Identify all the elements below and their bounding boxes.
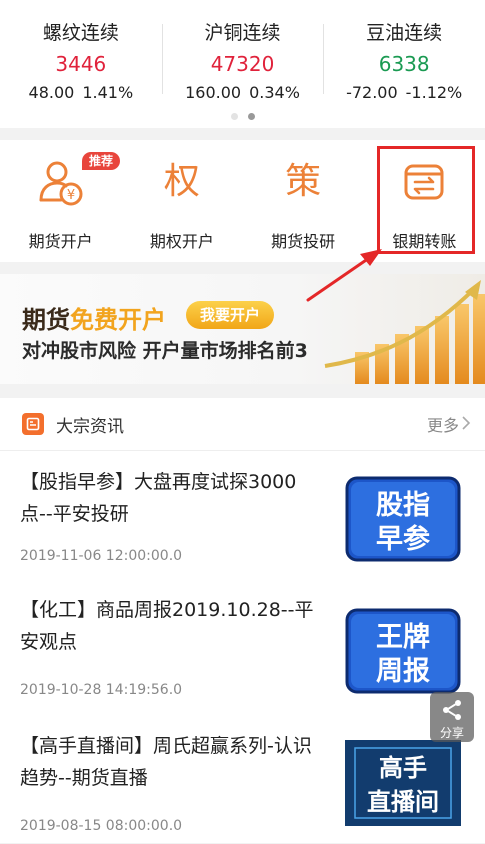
page-dot[interactable] [230,113,238,120]
ticker-price: 47320 [210,52,275,76]
news-item-title: 【高手直播间】周氏超赢系列-认识趋势--期货直播 [20,735,312,789]
ticker-name: 沪铜连续 [204,22,281,44]
ticker-item-rebar[interactable]: 螺纹连续 3446 48.00 1.41% [0,0,162,110]
share-icon [443,700,461,720]
growth-bars-illustration [324,280,485,384]
share-label: 分享 [439,726,464,740]
recommend-badge: 推荐 [82,152,121,170]
ticker-change: 160.00 0.34% [185,83,300,102]
news-header: 大宗资讯 更多 [0,398,485,451]
news-logo-icon [22,413,44,435]
ticker-item-soyoil[interactable]: 豆油连续 6338 -72.00 -1.12% [323,0,485,110]
news-item[interactable]: 【股指早参】大盘再度试探3000点--平安投研 2019-11-06 12:00… [0,450,485,580]
entry-futures-research[interactable]: 策 期货投研 [243,140,364,262]
entry-futures-account[interactable]: ¥ 推荐 期货开户 [0,140,121,262]
svg-text:¥: ¥ [66,188,74,203]
ticker-price: 6338 [378,52,430,76]
market-ticker: 螺纹连续 3446 48.00 1.41% 沪铜连续 47320 160.00 0.… [0,0,485,128]
thumb-text-2: 直播间 [367,788,439,816]
banner-title: 期货免费开户 [22,306,166,334]
news-thumbnail: 高手 直播间 [345,740,461,826]
news-thumbnail: 股指 早参 [345,476,461,562]
highlight-annotation-box [377,146,475,254]
news-item-date: 2019-08-15 08:00:00.0 [20,818,183,834]
thumb-text-2: 周报 [376,656,430,687]
ticker-change: -72.00 -1.12% [346,83,463,102]
open-account-button[interactable]: 我要开户 [186,301,275,329]
research-icon: 策 [285,161,322,202]
account-open-icon: ¥ [39,161,83,206]
news-item[interactable]: 【化工】商品周报2019.10.28--平安观点 2019-10-28 14:1… [0,578,485,708]
news-more-link[interactable]: 更多 [427,412,459,436]
entry-label: 期货开户 [28,232,93,251]
options-icon: 权 [163,161,200,202]
chevron-right-icon[interactable] [461,415,471,431]
news-section-title: 大宗资讯 [56,416,124,437]
ticker-price: 3446 [55,52,107,76]
page-dot-active[interactable] [247,113,255,120]
ticker-item-copper[interactable]: 沪铜连续 47320 160.00 0.34% [161,0,324,110]
ticker-name: 螺纹连续 [42,22,119,44]
entry-label: 期权开户 [149,232,214,251]
share-button[interactable]: 分享 [430,692,474,742]
thumb-text-2: 早参 [376,523,430,555]
page-indicator [0,113,485,121]
news-item-title: 【股指早参】大盘再度试探3000点--平安投研 [20,471,297,525]
news-section: 大宗资讯 更多 【股指早参】大盘再度试探3000点--平安投研 2019-11-… [0,398,485,843]
news-item-date: 2019-10-28 14:19:56.0 [20,682,183,698]
banner-subtitle: 对冲股市风险 开户量市场排名前3 [22,340,308,362]
promo-banner[interactable]: 期货免费开户 我要开户 对冲股市风险 开户量市场排名前3 [0,274,485,384]
thumb-text-1: 王牌 [376,622,430,653]
entry-label: 期货投研 [271,232,336,251]
ticker-name: 豆油连续 [366,22,443,44]
ticker-change: 48.00 1.41% [28,83,134,102]
news-thumbnail: 王牌 周报 [345,608,461,694]
news-item[interactable]: 【高手直播间】周氏超赢系列-认识趋势--期货直播 2019-08-15 08:0… [0,714,485,844]
news-item-title: 【化工】商品周报2019.10.28--平安观点 [20,599,314,653]
news-item-date: 2019-11-06 12:00:00.0 [20,548,183,564]
thumb-text-1: 股指 [376,490,430,521]
thumb-text-1: 高手 [379,754,427,782]
entry-options-account[interactable]: 权 期权开户 [121,140,242,262]
